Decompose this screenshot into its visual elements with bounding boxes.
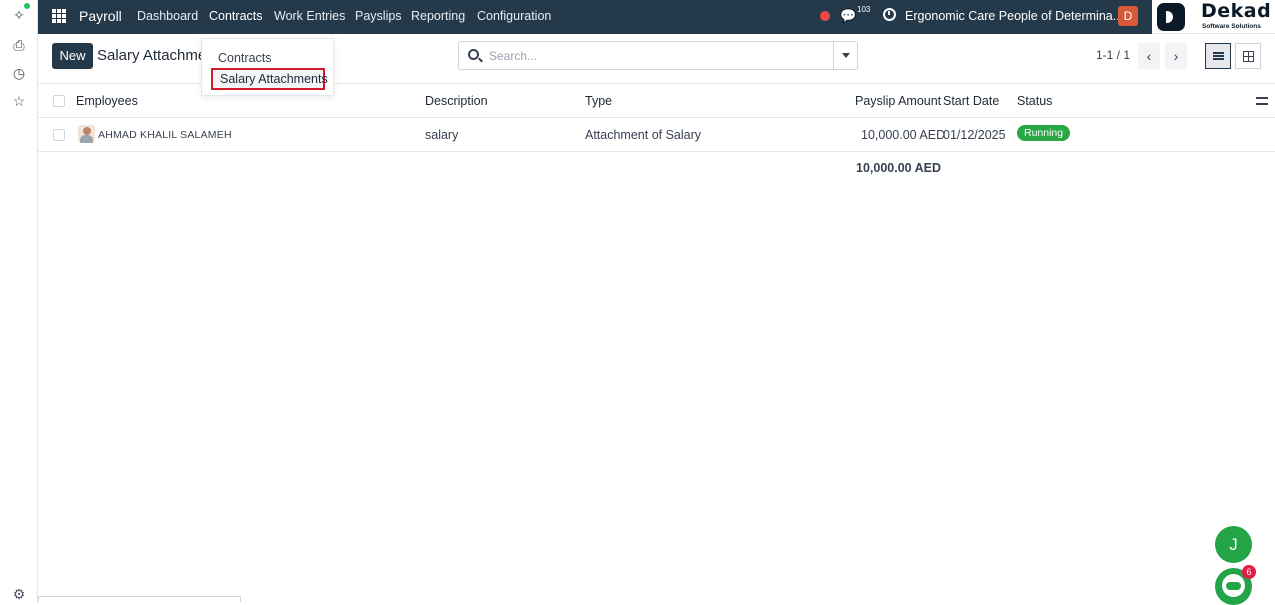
row-checkbox[interactable] [53,129,65,141]
employee-name[interactable]: AHMAD KHALIL SALAMEH [98,129,232,141]
menu-dashboard[interactable]: Dashboard [137,9,198,23]
top-navbar: Payroll Dashboard Contracts Work Entries… [38,0,1275,34]
column-type[interactable]: Type [585,94,612,108]
search-icon [468,49,479,60]
cell-description: salary [425,128,459,142]
left-sidebar: ✧ ⎙ ◷ ☆ ⚙ [0,0,38,602]
menu-configuration[interactable]: Configuration [477,9,551,23]
menu-reporting[interactable]: Reporting [411,9,465,23]
app-name[interactable]: Payroll [79,8,122,24]
column-employees[interactable]: Employees [76,94,138,108]
app-grid-icon[interactable] [52,9,66,23]
optional-columns-icon[interactable] [1256,96,1268,106]
chat-bot-icon [1222,574,1245,597]
company-switcher[interactable]: Ergonomic Care People of Determina... [905,9,1123,23]
list-view-icon [1213,52,1224,60]
contracts-dropdown-menu: Contracts Salary Attachments [201,38,334,96]
search-bar [458,41,858,70]
history-icon[interactable]: ◷ [10,64,28,82]
list-view-button[interactable] [1205,43,1231,69]
chat-notification-badge: 6 [1242,565,1256,579]
menu-payslips[interactable]: Payslips [355,9,402,23]
status-bar [38,596,241,602]
pager-value[interactable]: 1-1 / 1 [1096,48,1130,62]
activity-clock-icon[interactable] [883,8,896,21]
chat-count: 103 [857,5,871,14]
pager-previous-button[interactable]: ‹ [1138,43,1160,69]
recording-indicator-icon[interactable] [820,11,830,21]
pivot-view-button[interactable] [1235,43,1261,69]
logo-tagline: Software Solutions [1202,23,1261,30]
column-start-date[interactable]: Start Date [943,94,999,108]
user-avatar[interactable]: D [1118,6,1138,26]
column-description[interactable]: Description [425,94,488,108]
menu-contracts[interactable]: Contracts [209,9,263,23]
status-badge: Running [1017,125,1071,141]
dropdown-item-contracts[interactable]: Contracts [202,47,333,69]
discuss-chat-icon[interactable]: 💬 [840,8,856,24]
logo-name: Dekad [1201,0,1272,22]
page-title: Salary Attachments [97,47,201,64]
new-button[interactable]: New [52,43,93,69]
dekad-logo-mark [1157,3,1185,31]
pivot-view-icon [1243,51,1254,62]
search-options-toggle[interactable] [833,42,857,69]
assistant-button[interactable]: J [1215,526,1252,563]
cell-start-date: 01/12/2025 [943,128,1006,142]
table-row[interactable]: AHMAD KHALIL SALAMEH salary Attachment o… [38,118,1275,152]
amount-total: 10,000.00 AED [856,161,942,175]
cell-type: Attachment of Salary [585,128,702,142]
column-status[interactable]: Status [1017,94,1052,108]
settings-gear-icon[interactable]: ⚙ [10,585,28,603]
select-all-checkbox[interactable] [53,95,65,107]
menu-work-entries[interactable]: Work Entries [274,9,345,23]
employee-avatar [78,125,95,143]
dropdown-item-salary-attachments[interactable]: Salary Attachments [211,68,328,90]
company-logo: Dekad Software Solutions [1152,0,1275,34]
column-payslip-amount[interactable]: Payslip Amount [855,94,941,108]
cell-payslip-amount: 10,000.00 AED [861,128,946,142]
print-icon[interactable]: ⎙ [10,36,28,54]
pager-next-button[interactable]: › [1165,43,1187,69]
search-input[interactable] [489,48,829,64]
online-indicator [24,3,30,9]
favorites-star-icon[interactable]: ☆ [10,92,28,110]
